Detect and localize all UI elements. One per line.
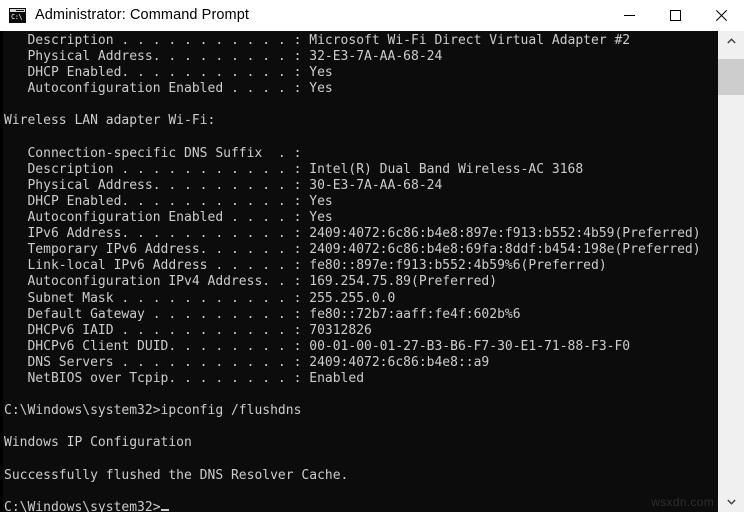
- console-line: Description . . . . . . . . . . . : Micr…: [4, 33, 718, 49]
- console-line: [4, 451, 718, 467]
- window-controls: [606, 0, 744, 30]
- title-bar-left: C:\ Administrator: Command Prompt: [0, 7, 606, 23]
- scroll-up-arrow-icon: [727, 38, 736, 44]
- console-line: Link-local IPv6 Address . . . . . : fe80…: [4, 258, 718, 274]
- console-line: [4, 97, 718, 113]
- console-line: Autoconfiguration Enabled . . . . : Yes: [4, 210, 718, 226]
- console-line: Successfully flushed the DNS Resolver Ca…: [4, 468, 718, 484]
- scroll-down-button[interactable]: [718, 492, 744, 512]
- console-line: Subnet Mask . . . . . . . . . . . : 255.…: [4, 291, 718, 307]
- console-line: [4, 130, 718, 146]
- console-line: Wireless LAN adapter Wi-Fi:: [4, 113, 718, 129]
- console-line: C:\Windows\system32>ipconfig /flushdns: [4, 403, 718, 419]
- console-line: DHCP Enabled. . . . . . . . . . . : Yes: [4, 65, 718, 81]
- console-line: Default Gateway . . . . . . . . . : fe80…: [4, 307, 718, 323]
- text-cursor: [161, 509, 169, 511]
- prompt-string: C:\Windows\system32>: [4, 500, 161, 512]
- close-button[interactable]: [698, 0, 744, 30]
- window-title: Administrator: Command Prompt: [35, 7, 249, 23]
- prompt-line: C:\Windows\system32>: [4, 500, 718, 512]
- console-line: NetBIOS over Tcpip. . . . . . . . : Enab…: [4, 371, 718, 387]
- minimize-icon: [624, 10, 635, 21]
- console-line: [4, 387, 718, 403]
- maximize-icon: [670, 10, 681, 21]
- window-body: Description . . . . . . . . . . . : Micr…: [0, 31, 744, 512]
- console-line: Physical Address. . . . . . . . . : 32-E…: [4, 49, 718, 65]
- title-bar[interactable]: C:\ Administrator: Command Prompt: [0, 0, 744, 31]
- console-text: Description . . . . . . . . . . . : Micr…: [3, 33, 718, 512]
- scroll-down-arrow-icon: [727, 499, 736, 505]
- console-line: DHCPv6 Client DUID. . . . . . . . : 00-0…: [4, 339, 718, 355]
- console-line: Autoconfiguration IPv4 Address. . : 169.…: [4, 274, 718, 290]
- console-line: DNS Servers . . . . . . . . . . . : 2409…: [4, 355, 718, 371]
- console-line: DHCP Enabled. . . . . . . . . . . : Yes: [4, 194, 718, 210]
- close-icon: [716, 10, 727, 21]
- command-prompt-window: C:\ Administrator: Command Prompt: [0, 0, 744, 512]
- console-line: Connection-specific DNS Suffix . :: [4, 146, 718, 162]
- console-line: Temporary IPv6 Address. . . . . . : 2409…: [4, 242, 718, 258]
- console-icon-glyph: C:\: [11, 12, 24, 22]
- console-line: DHCPv6 IAID . . . . . . . . . . . : 7031…: [4, 323, 718, 339]
- console-line: [4, 419, 718, 435]
- scroll-up-button[interactable]: [718, 31, 744, 51]
- maximize-button[interactable]: [652, 0, 698, 30]
- terminal-output-area[interactable]: Description . . . . . . . . . . . : Micr…: [0, 31, 718, 512]
- console-line: Windows IP Configuration: [4, 435, 718, 451]
- console-line: [4, 484, 718, 500]
- console-window-icon: C:\: [9, 8, 26, 23]
- scrollbar-track[interactable]: [718, 51, 744, 492]
- console-line: Physical Address. . . . . . . . . : 30-E…: [4, 178, 718, 194]
- vertical-scrollbar[interactable]: [718, 31, 744, 512]
- console-line: IPv6 Address. . . . . . . . . . . : 2409…: [4, 226, 718, 242]
- minimize-button[interactable]: [606, 0, 652, 30]
- console-line: Description . . . . . . . . . . . : Inte…: [4, 162, 718, 178]
- scrollbar-thumb[interactable]: [718, 59, 744, 95]
- console-line: Autoconfiguration Enabled . . . . : Yes: [4, 81, 718, 97]
